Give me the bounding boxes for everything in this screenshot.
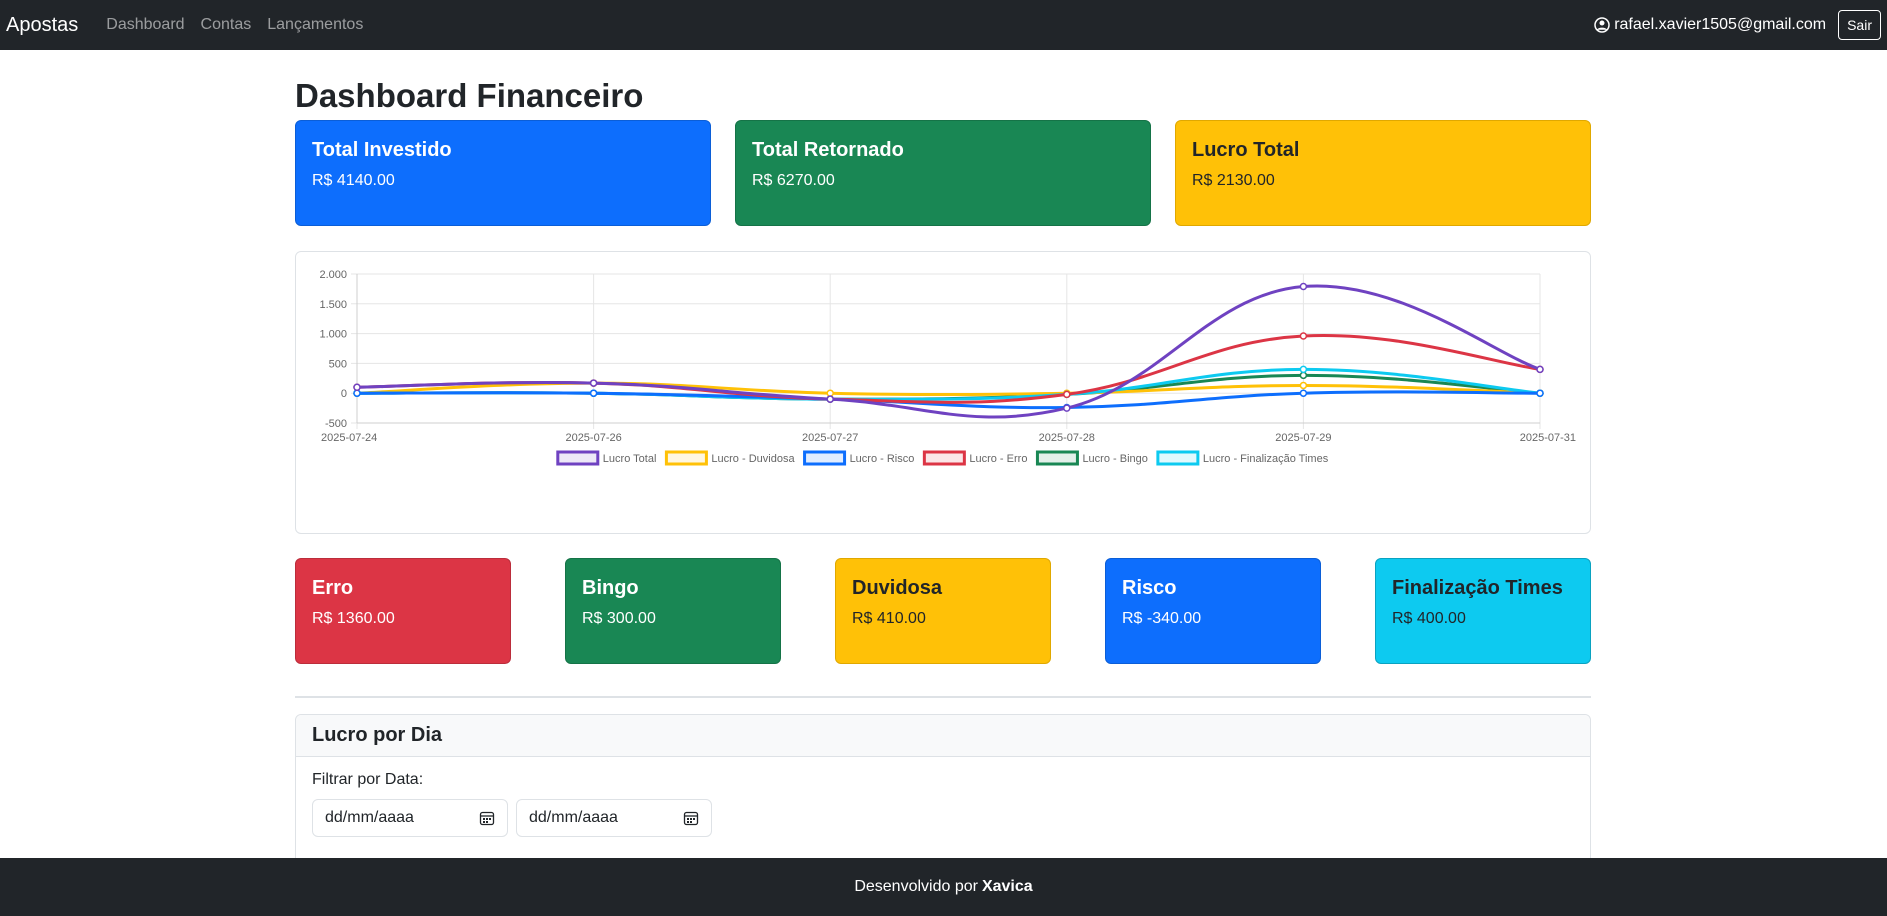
- card-risco: Risco R$ -340.00: [1105, 558, 1321, 664]
- legend-label-lucro-total: Lucro Total: [603, 453, 657, 465]
- start-date-placeholder: dd/mm/aaaa: [325, 809, 414, 826]
- legend-swatch-lucro-bingo: [1035, 450, 1079, 466]
- card-value: R$ 2130.00: [1192, 172, 1275, 189]
- lucro-por-dia-body: Filtrar por Data: dd/mm/aaaa dd/mm/aaaa: [296, 757, 1590, 867]
- x-tick-label: 2025-07-28: [1039, 432, 1095, 444]
- legend-swatch-lucro-finalizacao-times: [1156, 450, 1200, 466]
- data-point-lucro-duvidosa: [826, 389, 834, 397]
- x-tick-label: 2025-07-24: [321, 432, 377, 444]
- card-bingo: Bingo R$ 300.00: [565, 558, 781, 664]
- legend-label-lucro-bingo: Lucro - Bingo: [1082, 453, 1147, 465]
- start-date-input[interactable]: dd/mm/aaaa: [312, 799, 508, 837]
- card-duvidosa: Duvidosa R$ 410.00: [835, 558, 1051, 664]
- x-tick-label: 2025-07-29: [1275, 432, 1331, 444]
- legend-label-lucro-finalizacao-times: Lucro - Finalização Times: [1203, 453, 1329, 465]
- end-date-input[interactable]: dd/mm/aaaa: [516, 799, 712, 837]
- card-total-retornado: Total Retornado R$ 6270.00: [735, 120, 1151, 226]
- card-finalizacao-times: Finalização Times R$ 400.00: [1375, 558, 1591, 664]
- data-point-lucro-risco: [1299, 389, 1308, 397]
- calendar-icon[interactable]: [683, 810, 699, 826]
- data-point-lucro-total: [1536, 365, 1544, 374]
- data-point-lucro-total: [353, 383, 361, 391]
- nav-link-dashboard[interactable]: Dashboard: [106, 16, 184, 34]
- data-point-lucro-erro: [1063, 390, 1071, 399]
- card-value: R$ 1360.00: [312, 610, 395, 627]
- card-value: R$ -340.00: [1122, 610, 1202, 627]
- main-content: Dashboard Financeiro Total Investido R$ …: [295, 50, 1591, 868]
- card-title: Total Retornado: [752, 139, 904, 161]
- lucro-por-dia-header: Lucro por Dia: [296, 715, 1590, 757]
- card-value: R$ 6270.00: [752, 172, 835, 189]
- user-menu[interactable]: rafael.xavier1505@gmail.com: [1594, 16, 1826, 34]
- profit-chart-card: -500 0 500 1.000 1.500 2.000 2025-07-24 2025-07…: [295, 251, 1591, 534]
- y-tick-label: 0: [341, 388, 347, 400]
- card-title: Duvidosa: [852, 577, 943, 599]
- card-title: Bingo: [582, 577, 639, 599]
- data-point-lucro-finalizacao-times: [1299, 365, 1308, 374]
- data-point-lucro-total: [1063, 404, 1071, 412]
- date-filter-row: dd/mm/aaaa dd/mm/aaaa: [312, 799, 1574, 837]
- data-point-lucro-total: [589, 379, 598, 387]
- legend-label-lucro-erro: Lucro - Erro: [969, 453, 1027, 465]
- card-title: Erro: [312, 577, 354, 599]
- legend-swatch-lucro-erro: [922, 450, 966, 466]
- card-value: R$ 4140.00: [312, 172, 395, 189]
- y-tick-label: 500: [329, 358, 347, 370]
- end-date-placeholder: dd/mm/aaaa: [529, 809, 618, 826]
- filter-label: Filtrar por Data:: [312, 771, 424, 788]
- data-point-lucro-risco: [1536, 389, 1544, 397]
- nav-link-contas[interactable]: Contas: [201, 16, 252, 34]
- lucro-por-dia-card: Lucro por Dia Filtrar por Data: dd/mm/aa…: [295, 714, 1591, 868]
- footer-text: Desenvolvido por: [854, 878, 978, 895]
- y-tick-label: -500: [325, 418, 347, 430]
- x-tick-label: 2025-07-26: [565, 432, 621, 444]
- data-point-lucro-bingo: [1299, 371, 1308, 380]
- card-lucro-total: Lucro Total R$ 2130.00: [1175, 120, 1591, 226]
- legend-swatch-lucro-risco: [803, 450, 847, 466]
- user-circle-icon: [1594, 17, 1610, 33]
- x-tick-label: 2025-07-27: [802, 432, 858, 444]
- card-title: Finalização Times: [1392, 577, 1563, 599]
- calendar-icon[interactable]: [479, 810, 495, 826]
- nav-link-lancamentos[interactable]: Lançamentos: [267, 16, 363, 34]
- category-cards: Erro R$ 1360.00 Bingo R$ 300.00 Duvidosa…: [295, 558, 1591, 664]
- legend-label-lucro-duvidosa: Lucro - Duvidosa: [711, 453, 795, 465]
- data-point-lucro-duvidosa: [1299, 381, 1308, 390]
- card-title: Lucro Total: [1192, 139, 1300, 161]
- card-value: R$ 300.00: [582, 610, 656, 627]
- page-title: Dashboard Financeiro: [295, 77, 644, 114]
- x-tick-label: 2025-07-31: [1520, 432, 1576, 444]
- data-point-lucro-total: [1299, 282, 1308, 291]
- data-point-lucro-total: [826, 395, 834, 403]
- card-title: Total Investido: [312, 139, 452, 161]
- user-email: rafael.xavier1505@gmail.com: [1614, 16, 1827, 33]
- y-tick-label: 1.500: [319, 299, 347, 311]
- section-divider: [295, 696, 1591, 698]
- card-total-investido: Total Investido R$ 4140.00: [295, 120, 711, 226]
- profit-line-chart[interactable]: -500 0 500 1.000 1.500 2.000 2025-07-24 2025-07…: [296, 252, 1590, 533]
- brand-logo[interactable]: Apostas: [6, 14, 78, 37]
- legend-swatch-lucro-total: [556, 450, 600, 466]
- y-tick-label: 2.000: [319, 269, 347, 281]
- y-tick-label: 1.000: [319, 329, 347, 341]
- footer-author: Xavica: [981, 878, 1033, 895]
- card-value: R$ 410.00: [852, 610, 926, 627]
- legend-label-lucro-risco: Lucro - Risco: [850, 453, 915, 465]
- page-footer: Desenvolvido por Xavica: [0, 858, 1887, 916]
- summary-cards: Total Investido R$ 4140.00 Total Retorna…: [295, 120, 1591, 226]
- navbar-user-area: rafael.xavier1505@gmail.com Sair: [1594, 10, 1881, 40]
- data-point-lucro-erro: [1299, 332, 1308, 340]
- data-point-lucro-risco: [589, 389, 598, 397]
- data-point-lucro-risco: [353, 389, 361, 397]
- card-erro: Erro R$ 1360.00: [295, 558, 511, 664]
- logout-button[interactable]: Sair: [1838, 10, 1881, 40]
- card-value: R$ 400.00: [1392, 610, 1466, 627]
- legend-swatch-lucro-duvidosa: [664, 450, 708, 466]
- card-title: Risco: [1122, 577, 1177, 599]
- top-navbar: Apostas Dashboard Contas Lançamentos raf…: [0, 0, 1887, 50]
